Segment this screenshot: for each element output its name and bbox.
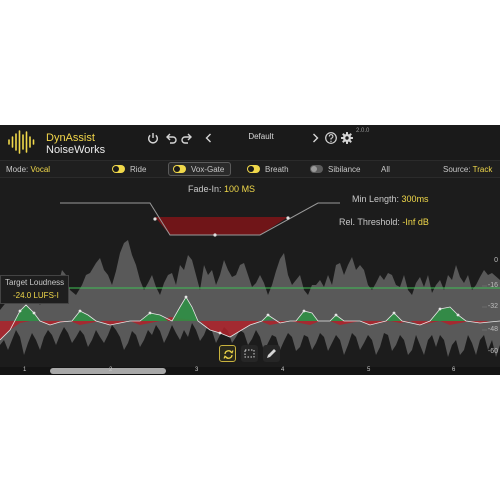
target-loudness-box[interactable]: Target Loudness -24.0 LUFS-I <box>0 275 69 304</box>
loop-button[interactable] <box>219 345 236 362</box>
fade-in-value: 100 MS <box>224 184 256 194</box>
fade-in-label: Fade-In: <box>188 184 222 194</box>
fade-in-readout[interactable]: Fade-In: 100 MS <box>188 184 255 194</box>
threshold-label: Rel. Threshold: <box>339 217 400 227</box>
db-label: -16 <box>487 282 498 289</box>
waveform-display[interactable] <box>0 125 500 375</box>
db-label: 0 <box>494 257 498 264</box>
threshold-value: -Inf dB <box>402 217 429 227</box>
threshold-readout[interactable]: Rel. Threshold: -Inf dB <box>339 217 429 227</box>
min-length-readout[interactable]: Min Length: 300ms <box>352 194 429 204</box>
loop-icon <box>223 350 234 359</box>
ruler-mark: 6 <box>452 367 456 373</box>
gate-handle[interactable] <box>286 216 290 220</box>
gate-curve[interactable] <box>60 202 340 237</box>
db-label: -48 <box>487 326 498 333</box>
plugin-window: DynAssist NoiseWorks Default 2.0.0 Mode:… <box>0 125 500 375</box>
target-loudness-label: Target Loudness <box>5 278 65 287</box>
selection-button[interactable] <box>241 345 258 362</box>
min-length-label: Min Length: <box>352 194 400 204</box>
timeline-scroll-thumb[interactable] <box>50 368 166 374</box>
db-label: -32 <box>487 303 498 310</box>
target-loudness-value[interactable]: -24.0 LUFS-I <box>13 291 59 300</box>
db-label: -60 <box>487 348 498 355</box>
pencil-icon <box>267 349 276 358</box>
gate-handle[interactable] <box>213 233 217 237</box>
gate-handle[interactable] <box>153 217 157 221</box>
ruler-mark: 5 <box>367 367 371 373</box>
ruler-mark: 1 <box>23 367 27 373</box>
ruler-mark: 4 <box>281 367 285 373</box>
ruler-mark: 3 <box>195 367 199 373</box>
pencil-button[interactable] <box>263 345 280 362</box>
ruler-mark: 2 <box>109 367 113 373</box>
min-length-value: 300ms <box>401 194 429 204</box>
selection-icon <box>244 349 255 358</box>
audio-waveform <box>0 240 500 357</box>
